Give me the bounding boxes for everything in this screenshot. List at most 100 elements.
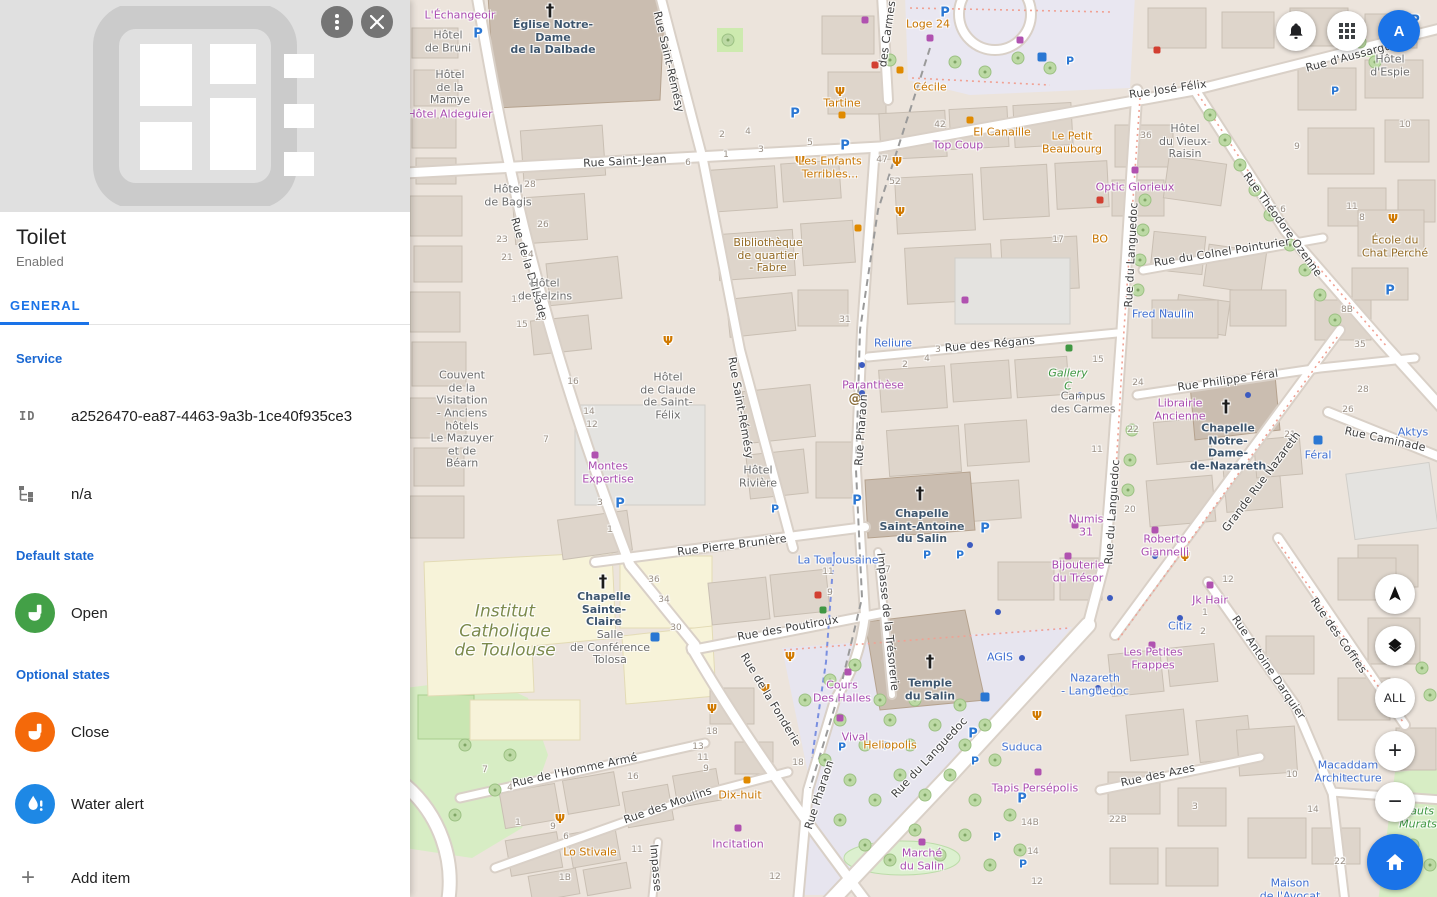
house-number: 8 (1359, 213, 1365, 223)
place-label: Chapelle Sainte- Claire (577, 591, 631, 629)
tree-icon (1424, 859, 1437, 872)
notifications-button[interactable] (1276, 11, 1316, 51)
tree-icon (1044, 62, 1057, 75)
house-number: 2 (719, 130, 725, 140)
section-header-default-state: Default state (16, 548, 394, 563)
tree-icon (1204, 109, 1217, 122)
parking-icon: P (790, 108, 800, 123)
house-number: 12 (769, 872, 780, 882)
house-number: 42 (934, 120, 945, 130)
house-number: 4 (507, 783, 513, 793)
tree-icon (834, 814, 847, 827)
tree-icon (934, 849, 947, 862)
panel-close-button[interactable] (361, 6, 393, 38)
house-number: 1 (607, 525, 613, 535)
place-label: Les Enfants Terribles... (798, 155, 861, 180)
bike-parking-icon: P (883, 741, 891, 754)
food-icon (744, 777, 751, 784)
map-labels-layer: PPPPPPPPPPPPPPPPPPPPP†††††ΨΨΨΨΨΨΨΨΨΨΨΨ@2… (410, 0, 1437, 897)
street-label: Rue Pharaon (853, 394, 871, 467)
street-label: Rue du Languedoc (889, 715, 970, 801)
place-label: Paranthèse (842, 380, 904, 393)
street-label: Rue du Languedoc (1103, 459, 1123, 565)
restaurant-icon: Ψ (555, 813, 565, 827)
account-avatar[interactable]: A (1378, 10, 1420, 52)
compass-button[interactable] (1375, 574, 1415, 614)
food-icon (967, 117, 974, 124)
church-cross-icon: † (916, 485, 925, 505)
tree-icon (449, 809, 462, 822)
state-row-close[interactable]: Close (15, 712, 394, 752)
state-row-open[interactable]: Open (15, 593, 394, 633)
map-canvas[interactable]: PPPPPPPPPPPPPPPPPPPPP†††††ΨΨΨΨΨΨΨΨΨΨΨΨ@2… (410, 0, 1437, 897)
place-label: Bijouterie du Trésor (1052, 559, 1105, 584)
street-label: Rue des Azes (1120, 762, 1197, 790)
tree-icon (834, 714, 847, 727)
zoom-out-button[interactable]: − (1375, 782, 1415, 822)
home-icon (1383, 850, 1407, 874)
tree-icon (1122, 484, 1135, 497)
place-label: Dix-huit (718, 790, 761, 803)
tree-icon (884, 54, 897, 67)
panel-menu-button[interactable] (321, 6, 353, 38)
street-label: Rue de l'Homme Armé (511, 752, 638, 791)
tree-icon (884, 854, 897, 867)
tree-icon (1004, 809, 1017, 822)
house-number: 1 (1202, 608, 1208, 618)
tree-icon (1314, 289, 1327, 302)
house-number: 3 (758, 145, 764, 155)
poi-dot-icon (1019, 655, 1025, 661)
house-number: 3 (597, 498, 603, 508)
place-label: Tapis Persépolis (992, 783, 1079, 796)
home-button[interactable] (1367, 834, 1423, 890)
tree-icon (944, 769, 957, 782)
house-number: 21 (501, 253, 512, 263)
house-number: 30 (670, 623, 681, 633)
add-item-row[interactable]: + Add item (15, 858, 394, 897)
tree-icon (722, 34, 735, 47)
shop-icon (1152, 527, 1159, 534)
bike-parking-icon: P (1331, 86, 1339, 99)
place-label: Nazareth - Languedoc (1061, 672, 1129, 697)
place-label: Église Notre- Dame de la Dalbade (510, 19, 595, 57)
layers-button[interactable] (1375, 626, 1415, 666)
house-number: 47 (876, 155, 887, 165)
tree-icon (1137, 224, 1150, 237)
pharmacy-icon (815, 592, 822, 599)
house-number: 14B (1021, 818, 1039, 828)
place-label: Heliopolis (863, 740, 916, 753)
tree-icon (1416, 662, 1429, 675)
poi-dot-icon (995, 609, 1001, 615)
place-label: Suduca (1002, 742, 1043, 755)
tree-icon (909, 824, 922, 837)
house-number: 11 (1091, 445, 1102, 455)
place-label: La Toulousaine (798, 555, 879, 568)
leisure-icon (1066, 345, 1073, 352)
house-number: 22 (1127, 425, 1138, 435)
house-number: 28 (524, 180, 535, 190)
app-root: Toilet Enabled GENERAL Service ID a25264… (0, 0, 1437, 897)
house-number: 1B (559, 873, 571, 883)
place-label: Le Petit Beaubourg (1042, 130, 1102, 155)
street-label: Rue des Moulins (622, 785, 713, 827)
tab-general[interactable]: GENERAL (0, 291, 91, 321)
house-number: 14 (1307, 805, 1318, 815)
bike-parking-icon: P (956, 550, 964, 563)
house-number: 7 (543, 435, 549, 445)
service-id-value: a2526470-ea87-4463-9a3b-1ce40f935ce3 (71, 408, 352, 425)
place-label: Reliure (874, 338, 912, 351)
street-label: Rue Théodore Ozenne (1240, 171, 1324, 280)
street-label: Rue de la Fonderie (737, 651, 803, 749)
house-number: 16 (567, 377, 578, 387)
restaurant-icon: Ψ (895, 206, 905, 220)
filter-all-button[interactable]: ALL (1375, 678, 1415, 718)
house-number: 34 (658, 595, 669, 605)
street-label: Rue Pharaon (803, 759, 837, 831)
zoom-in-button[interactable]: + (1375, 731, 1415, 771)
street-label: Rue Saint-Rémésy (650, 10, 686, 113)
section-header-service: Service (16, 351, 394, 366)
place-label: Bibliothèque de quartier - Fabre (733, 237, 802, 275)
apps-grid-button[interactable] (1327, 11, 1367, 51)
house-number: 23 (496, 235, 507, 245)
state-row-water-alert[interactable]: Water alert (15, 784, 394, 824)
